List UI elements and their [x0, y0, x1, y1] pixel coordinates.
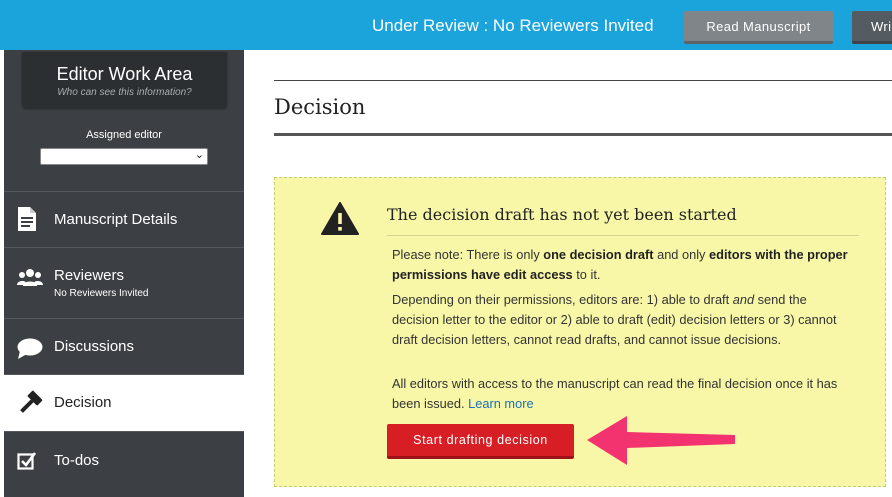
notice-divider [387, 235, 859, 236]
sidebar-item-discussions[interactable]: Discussions [4, 318, 244, 374]
learn-more-link[interactable]: Learn more [468, 396, 533, 411]
chevron-down-icon: ⌄ [194, 149, 204, 161]
people-icon [17, 269, 43, 292]
sidebar-item-reviewers[interactable]: Reviewers No Reviewers Invited [4, 247, 244, 318]
sidebar-item-manuscript-details[interactable]: Manuscript Details [4, 191, 244, 247]
page-title: Decision [274, 95, 366, 119]
chat-bubble-icon [17, 338, 43, 365]
notice-paragraph-edit-access: Please note: There is only one decision … [392, 247, 848, 282]
read-manuscript-button[interactable]: Read Manuscript [684, 11, 833, 44]
start-drafting-decision-button[interactable]: Start drafting decision [387, 424, 574, 459]
editor-work-area: Editor Work Area Who can see this inform… [22, 52, 227, 108]
write-button[interactable]: Wri [852, 11, 892, 44]
document-icon [17, 207, 37, 236]
title-divider [274, 133, 892, 136]
sidebar-item-label: Manuscript Details [54, 211, 178, 228]
pointer-arrow-icon [575, 413, 740, 474]
top-bar: Under Review : No Reviewers Invited Read… [0, 0, 892, 50]
assigned-editor-label: Assigned editor [86, 129, 162, 141]
reviewers-status: No Reviewers Invited [54, 288, 149, 299]
warning-icon [321, 202, 359, 241]
work-area-visibility-link[interactable]: Who can see this information? [22, 87, 227, 98]
manuscript-status: Under Review : No Reviewers Invited [372, 16, 654, 35]
gavel-icon [17, 390, 43, 421]
sidebar-item-decision[interactable]: Decision [4, 374, 244, 431]
sidebar-item-label: Decision [54, 394, 112, 411]
sidebar-item-label: Reviewers [54, 267, 125, 284]
work-area-title: Editor Work Area [56, 64, 193, 84]
sidebar-item-todos[interactable]: To-dos [4, 431, 244, 488]
notice-paragraph-final-decision: All editors with access to the manuscrip… [392, 376, 838, 411]
notice-paragraph-permissions: Depending on their permissions, editors … [392, 292, 837, 347]
sidebar-item-label: Discussions [54, 338, 135, 355]
checkbox-icon [17, 451, 37, 476]
divider [274, 80, 892, 81]
notice-title: The decision draft has not yet been star… [387, 205, 737, 224]
sidebar-item-label: To-dos [54, 452, 100, 469]
assigned-editor-select[interactable]: ⌄ [40, 148, 208, 165]
sidebar: Editor Work Area Who can see this inform… [4, 50, 244, 497]
